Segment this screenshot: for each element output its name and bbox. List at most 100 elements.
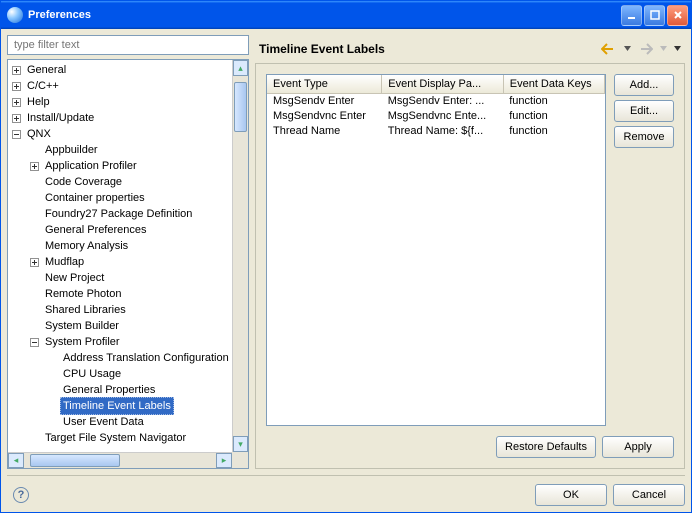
filter-input[interactable] [12,38,244,52]
ok-button[interactable]: OK [535,484,607,506]
tree-spacer [30,146,39,155]
expand-icon[interactable] [30,258,39,267]
apply-button[interactable]: Apply [602,436,674,458]
tree-item[interactable]: Install/Update [8,110,232,126]
tree-item[interactable]: New Project [8,270,232,286]
remove-button[interactable]: Remove [614,126,674,148]
tree-item[interactable]: Mudflap [8,254,232,270]
collapse-icon[interactable] [30,338,39,347]
help-icon[interactable]: ? [13,487,29,503]
tree-item[interactable]: System Builder [8,318,232,334]
table-row-empty [267,258,605,273]
tree-item[interactable]: Appbuilder [8,142,232,158]
tree-item-label: New Project [42,270,107,286]
filter-field[interactable] [7,35,249,55]
event-labels-table[interactable]: Event Type Event Display Pa... Event Dat… [266,74,606,426]
scroll-left-arrow-icon[interactable]: ◂ [8,453,24,468]
tree-item[interactable]: Address Translation Configuration [8,350,232,366]
tree-horizontal-scrollbar[interactable]: ◂ ▸ [8,452,232,468]
tree-item[interactable]: Timeline Event Labels [8,398,232,414]
tree-item-label: System Profiler [42,334,123,350]
tree-item[interactable]: General Properties [8,382,232,398]
table-row-empty [267,288,605,303]
tree-item[interactable]: QNX [8,126,232,142]
tree-spacer [48,418,57,427]
expand-icon[interactable] [30,162,39,171]
close-button[interactable] [667,5,688,26]
table-row-empty [267,153,605,168]
edit-button[interactable]: Edit... [614,100,674,122]
tree-item[interactable]: Code Coverage [8,174,232,190]
tree-item[interactable]: Container properties [8,190,232,206]
table-row-empty [267,303,605,318]
expand-icon[interactable] [12,98,21,107]
scroll-down-arrow-icon[interactable]: ▾ [233,436,248,452]
column-header[interactable]: Event Type [267,75,382,93]
expand-icon[interactable] [12,82,21,91]
dropdown-icon[interactable] [623,41,631,57]
tree-spacer [30,178,39,187]
tree-spacer [48,386,57,395]
menu-dropdown-icon[interactable] [673,41,681,57]
dropdown-icon[interactable] [659,41,667,57]
column-header[interactable]: Event Data Keys [503,75,604,93]
table-row-empty [267,393,605,408]
preferences-tree[interactable]: GeneralC/C++HelpInstall/UpdateQNXAppbuil… [7,59,249,469]
restore-defaults-button[interactable]: Restore Defaults [496,436,596,458]
column-header[interactable]: Event Display Pa... [382,75,504,93]
scroll-up-arrow-icon[interactable]: ▴ [233,60,248,76]
maximize-button[interactable] [644,5,665,26]
tree-item[interactable]: User Event Data [8,414,232,430]
app-icon [7,7,23,23]
table-cell: function [503,93,604,108]
minimize-button[interactable] [621,5,642,26]
tree-spacer [30,210,39,219]
table-row-empty [267,138,605,153]
table-cell: MsgSendvnc Enter [267,108,382,123]
tree-item[interactable]: General [8,62,232,78]
table-row[interactable]: MsgSendvnc EnterMsgSendvnc Ente...functi… [267,108,605,123]
scroll-thumb[interactable] [30,454,120,467]
tree-spacer [30,306,39,315]
tree-spacer [48,370,57,379]
expand-icon[interactable] [12,114,21,123]
tree-vertical-scrollbar[interactable]: ▴ ▾ [232,60,248,452]
scroll-thumb[interactable] [234,82,247,132]
tree-item-label: Container properties [42,190,148,206]
expand-icon[interactable] [12,66,21,75]
tree-item[interactable]: Help [8,94,232,110]
table-row-empty [267,273,605,288]
tree-item-label: Install/Update [24,110,97,126]
tree-item[interactable]: General Preferences [8,222,232,238]
tree-item[interactable]: Remote Photon [8,286,232,302]
scroll-corner [232,452,248,468]
cancel-button[interactable]: Cancel [613,484,685,506]
table-cell: Thread Name [267,123,382,138]
table-row-empty [267,213,605,228]
titlebar[interactable]: Preferences [1,1,691,29]
tree-item[interactable]: System Profiler [8,334,232,350]
tree-item[interactable]: CPU Usage [8,366,232,382]
tree-item[interactable]: Foundry27 Package Definition [8,206,232,222]
tree-item[interactable]: Memory Analysis [8,238,232,254]
tree-item[interactable]: Target File System Navigator [8,430,232,446]
tree-item[interactable]: C/C++ [8,78,232,94]
table-row[interactable]: MsgSendv EnterMsgSendv Enter: ...functio… [267,93,605,108]
tree-item-label: Address Translation Configuration [60,350,232,366]
scroll-right-arrow-icon[interactable]: ▸ [216,453,232,468]
nav-back-icon[interactable] [601,41,617,57]
tree-item-label: QNX [24,126,54,142]
table-row[interactable]: Thread NameThread Name: ${f...function [267,123,605,138]
table-cell: Thread Name: ${f... [382,123,504,138]
tree-spacer [30,322,39,331]
tree-item[interactable]: Shared Libraries [8,302,232,318]
tree-item-label: General Preferences [42,222,150,238]
add-button[interactable]: Add... [614,74,674,96]
collapse-icon[interactable] [12,130,21,139]
nav-forward-icon[interactable] [637,41,653,57]
table-row-empty [267,228,605,243]
tree-spacer [30,242,39,251]
tree-item-label: Shared Libraries [42,302,129,318]
tree-item[interactable]: Application Profiler [8,158,232,174]
table-cell: function [503,123,604,138]
